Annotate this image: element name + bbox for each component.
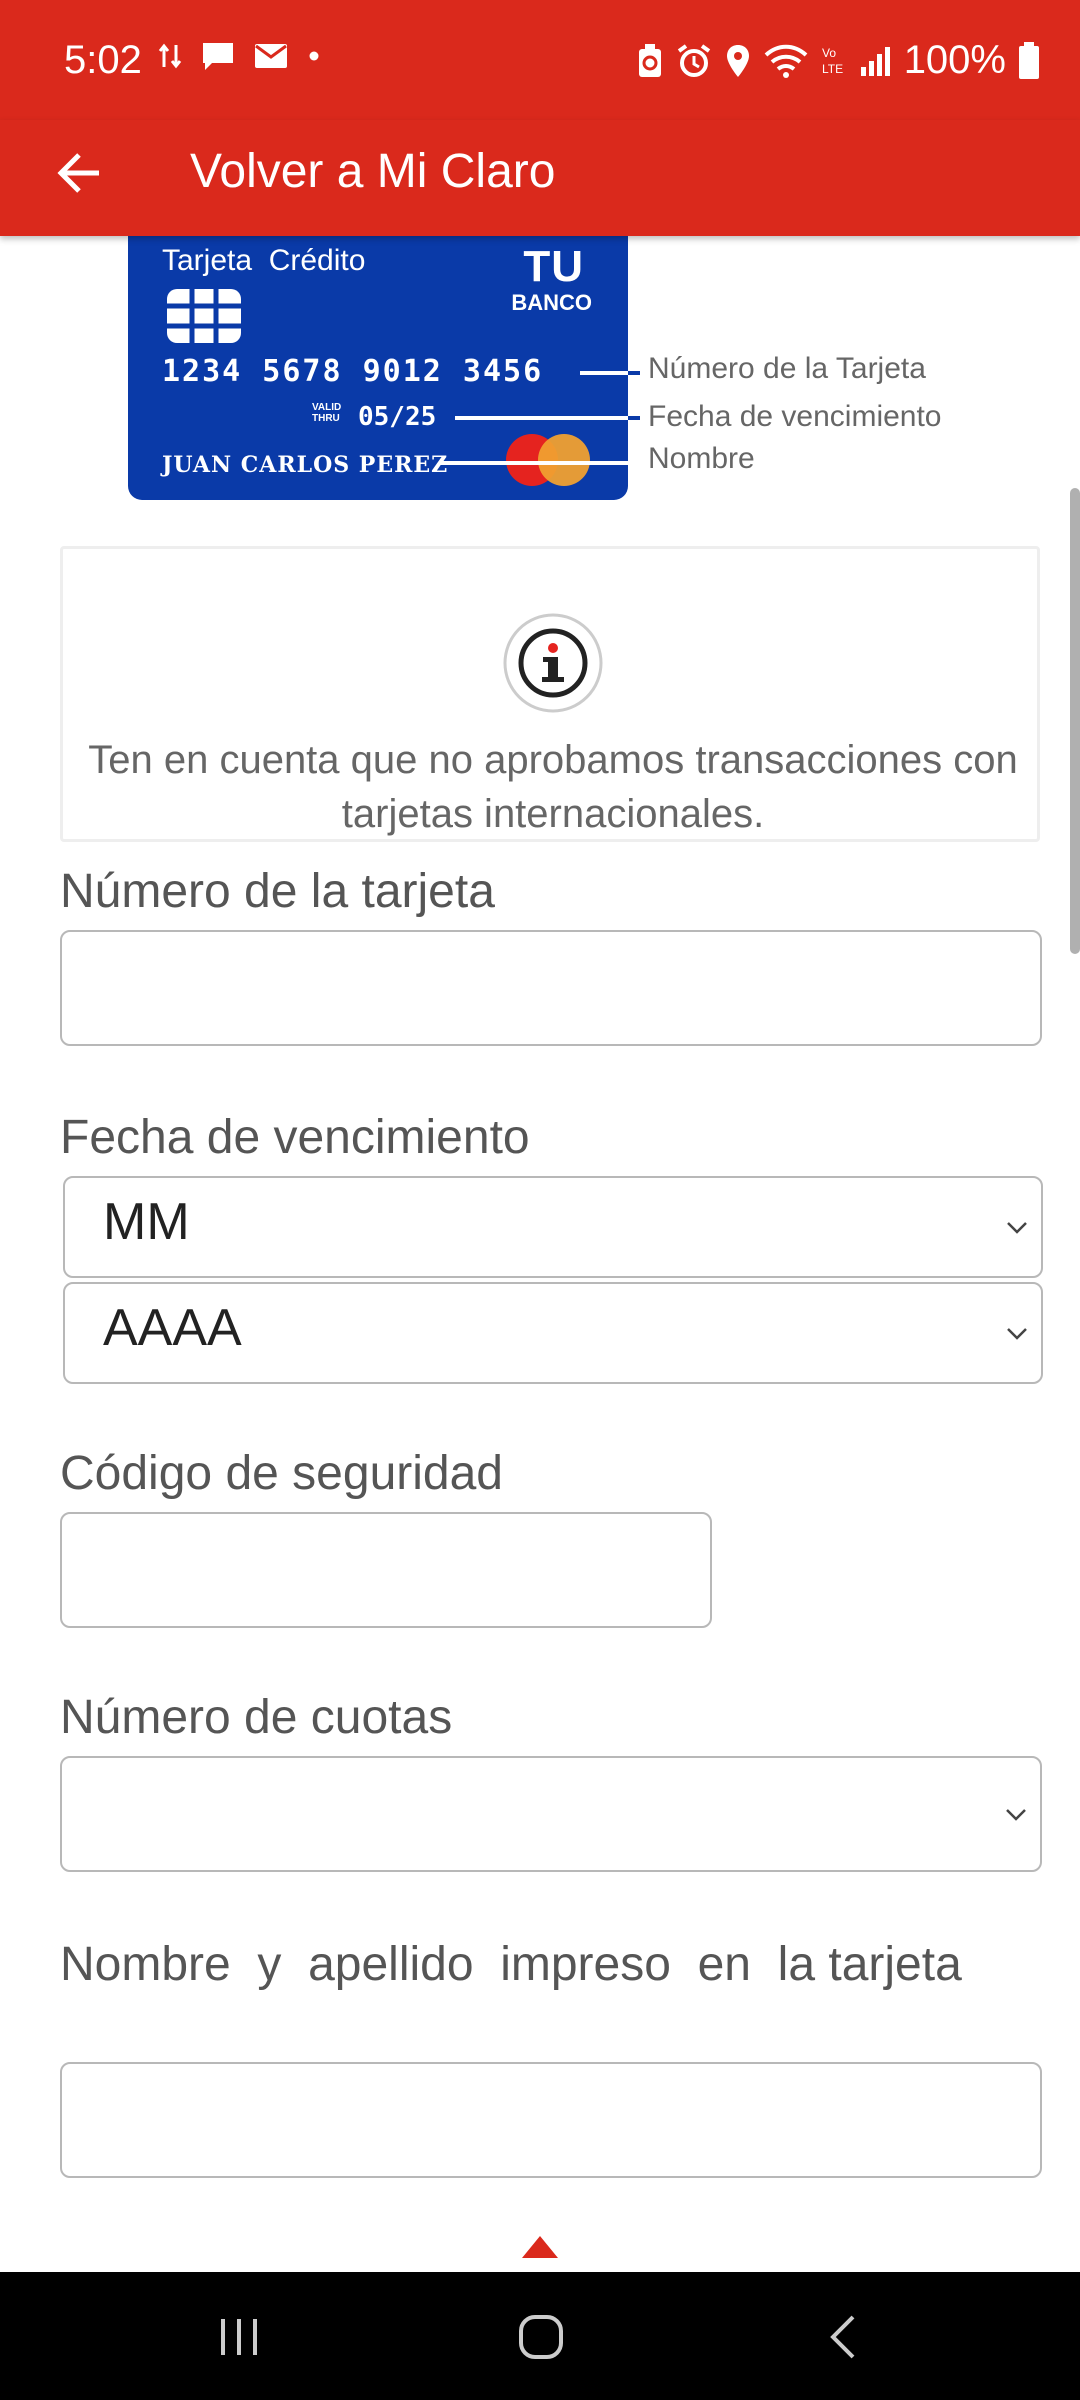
battery-saver-icon xyxy=(638,43,661,77)
back-button[interactable] xyxy=(44,138,114,208)
installments-select[interactable] xyxy=(60,1756,1042,1872)
mastercard-logo-icon xyxy=(506,434,590,486)
installments-label: Número de cuotas xyxy=(60,1691,453,1744)
data-transfer-icon xyxy=(158,43,182,69)
chip-icon xyxy=(167,289,241,343)
header-title[interactable]: Volver a Mi Claro xyxy=(190,132,555,212)
card-number: 1234 5678 9012 3456 xyxy=(162,354,544,389)
home-button[interactable] xyxy=(496,2302,586,2372)
status-bar: 5:02 Vo LTE 100% xyxy=(0,0,1080,120)
legend-expiry: Fecha de vencimiento xyxy=(648,400,942,433)
scroll-up-arrow-icon[interactable] xyxy=(518,2232,562,2260)
international-cards-notice: Ten en cuenta que no aprobamos transacci… xyxy=(60,546,1040,842)
system-navigation-bar xyxy=(0,2272,1080,2400)
expiry-month-select[interactable]: MM xyxy=(63,1176,1043,1278)
status-time: 5:02 xyxy=(64,38,142,82)
security-code-input[interactable] xyxy=(60,1512,712,1628)
recent-apps-button[interactable] xyxy=(194,2302,284,2372)
svg-text:LTE: LTE xyxy=(822,62,843,76)
alarm-icon xyxy=(677,43,710,77)
cardholder-name-label: Nombre y apellido impreso en la tarjeta xyxy=(60,1938,962,1991)
info-icon xyxy=(503,613,603,713)
card-valid-thru: VALID THRU xyxy=(312,402,342,424)
card-bank-name: BANCO xyxy=(511,290,592,315)
chevron-down-icon xyxy=(1006,1809,1026,1821)
expiry-month-value: MM xyxy=(103,1193,190,1251)
arrow-left-icon xyxy=(57,153,99,193)
dot-icon xyxy=(309,51,319,61)
signal-icon xyxy=(860,46,890,76)
cardholder-name-input[interactable] xyxy=(60,2062,1042,2178)
legend-name: Nombre xyxy=(648,442,755,475)
card-expiry: 05/25 xyxy=(358,402,437,432)
recent-apps-icon xyxy=(221,2319,257,2355)
legend-card-number: Número de la Tarjeta xyxy=(648,352,926,385)
location-icon xyxy=(726,44,749,77)
card-number-input[interactable] xyxy=(60,930,1042,1046)
battery-percentage: 100% xyxy=(903,38,1006,82)
wifi-icon xyxy=(764,44,808,78)
back-nav-button[interactable] xyxy=(798,2302,888,2372)
mail-icon xyxy=(255,44,287,68)
app-header: Volver a Mi Claro xyxy=(0,120,1080,236)
scrollbar[interactable] xyxy=(1070,488,1080,954)
card-type-label: Tarjeta Crédito xyxy=(162,244,366,277)
security-code-label: Código de seguridad xyxy=(60,1447,503,1500)
message-icon xyxy=(203,43,233,70)
svg-text:Vo: Vo xyxy=(822,46,836,60)
card-holder-name: JUAN CARLOS PEREZ xyxy=(162,452,449,478)
card-bank-tu: TU xyxy=(523,242,584,291)
expiry-year-select[interactable]: AAAA xyxy=(63,1282,1043,1384)
status-right-icons: Vo LTE 100% xyxy=(636,38,1040,83)
card-illustration: Tarjeta Crédito TU BANCO 1234 5678 9012 … xyxy=(128,230,628,500)
expiry-year-value: AAAA xyxy=(103,1299,242,1357)
volte-icon: Vo LTE xyxy=(822,46,843,76)
status-left-icons xyxy=(158,40,322,72)
back-chevron-icon xyxy=(830,2315,855,2359)
card-number-label: Número de la tarjeta xyxy=(60,865,495,918)
notice-text: Ten en cuenta que no aprobamos transacci… xyxy=(88,738,1018,836)
battery-icon xyxy=(1019,41,1039,79)
home-icon xyxy=(519,2315,563,2359)
chevron-down-icon xyxy=(1007,1222,1027,1234)
chevron-down-icon xyxy=(1007,1328,1027,1340)
expiry-label: Fecha de vencimiento xyxy=(60,1111,530,1164)
